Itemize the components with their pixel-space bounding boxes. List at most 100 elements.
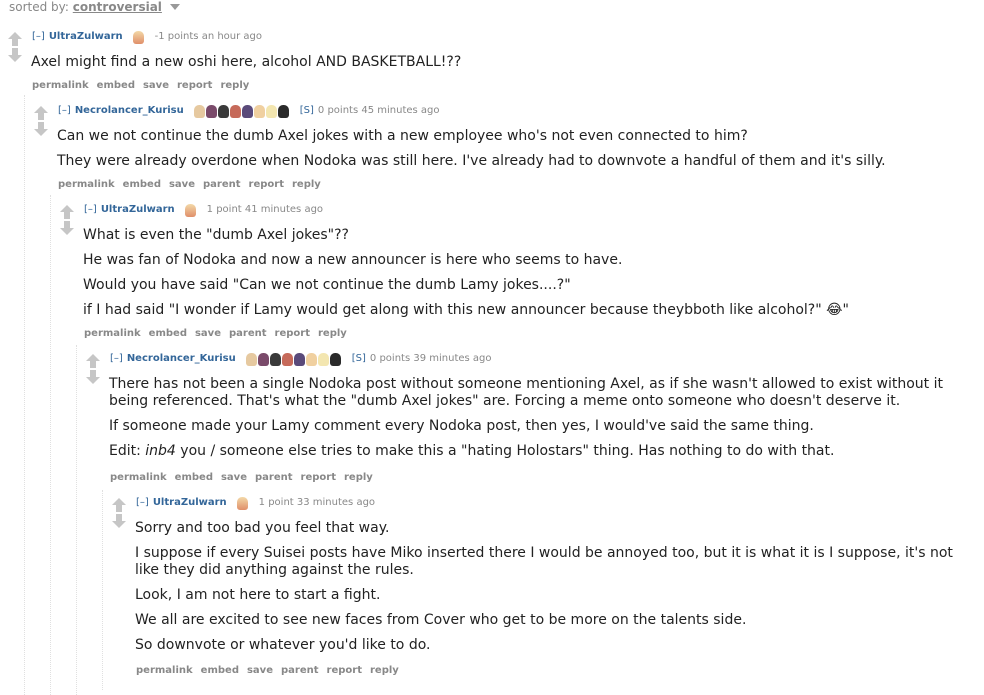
downvote-arrow-icon[interactable]	[34, 122, 48, 137]
score-time: 1 point 41 minutes ago	[206, 204, 324, 215]
reply-button[interactable]: reply	[344, 472, 373, 483]
collapse-toggle[interactable]: [–]	[84, 204, 97, 215]
sort-label: sorted by:	[9, 0, 69, 14]
comment-paragraph: They were already overdone when Nodoka w…	[57, 153, 886, 169]
comment-paragraph: We all are excited to see new faces from…	[135, 612, 747, 628]
comment-edit-paragraph: Edit: inb4 you / someone else tries to m…	[109, 443, 974, 460]
upvote-arrow-icon[interactable]	[86, 354, 100, 369]
author-link[interactable]: UltraZulwarn	[101, 204, 175, 215]
comment-body: What is even the "dumb Axel jokes"?? He …	[83, 227, 973, 327]
comment-tagline: [–] UltraZulwarn 1 point 33 minutes ago	[136, 494, 375, 512]
save-button[interactable]: save	[143, 80, 169, 91]
sort-dropdown[interactable]: controversial	[73, 0, 162, 14]
embed-button[interactable]: embed	[97, 80, 135, 91]
embed-button[interactable]: embed	[201, 665, 239, 676]
comment-paragraph: Look, I am not here to start a fight.	[135, 587, 381, 603]
downvote-arrow-icon[interactable]	[86, 370, 100, 385]
downvote-arrow-icon[interactable]	[8, 48, 22, 63]
comment-buttons: permalink embed save report reply	[32, 80, 257, 91]
collapse-toggle[interactable]: [–]	[136, 497, 149, 508]
reply-button[interactable]: reply	[370, 665, 399, 676]
author-link[interactable]: Necrolancer_Kurisu	[127, 353, 236, 364]
save-button[interactable]: save	[195, 328, 221, 339]
embed-button[interactable]: embed	[123, 179, 161, 190]
upvote-arrow-icon[interactable]	[112, 498, 126, 513]
sort-bar: sorted by: controversial	[9, 0, 180, 14]
upvote-arrow-icon[interactable]	[34, 106, 48, 121]
report-button[interactable]: report	[275, 328, 310, 339]
embed-button[interactable]: embed	[149, 328, 187, 339]
vote-arrows	[8, 32, 24, 63]
permalink-button[interactable]: permalink	[136, 665, 193, 676]
save-button[interactable]: save	[247, 665, 273, 676]
report-button[interactable]: report	[301, 472, 336, 483]
downvote-arrow-icon[interactable]	[60, 221, 74, 236]
reply-button[interactable]: reply	[318, 328, 347, 339]
comment-body: Can we not continue the dumb Axel jokes …	[57, 128, 972, 178]
vote-arrows	[112, 498, 128, 529]
score-time: -1 points an hour ago	[154, 31, 263, 42]
author-link[interactable]: UltraZulwarn	[49, 31, 123, 42]
parent-button[interactable]: parent	[203, 179, 241, 190]
comment-tagline: [–] UltraZulwarn -1 points an hour ago	[32, 28, 262, 46]
author-link[interactable]: Necrolancer_Kurisu	[75, 105, 184, 116]
submitter-badge[interactable]: [S]	[352, 353, 366, 364]
comment-paragraph: There has not been a single Nodoka post …	[109, 376, 943, 409]
embed-button[interactable]: embed	[175, 472, 213, 483]
collapse-toggle[interactable]: [–]	[32, 31, 45, 42]
comment-paragraph: Can we not continue the dumb Axel jokes …	[57, 128, 748, 144]
permalink-button[interactable]: permalink	[58, 179, 115, 190]
comment-tagline: [–] Necrolancer_Kurisu [S] 0 points 39 minu…	[110, 350, 492, 368]
comment-tagline: [–] UltraZulwarn 1 point 41 minutes ago	[84, 201, 323, 219]
permalink-button[interactable]: permalink	[84, 328, 141, 339]
parent-button[interactable]: parent	[255, 472, 293, 483]
upvote-arrow-icon[interactable]	[60, 205, 74, 220]
comment-buttons: permalink embed save parent report reply	[110, 472, 381, 483]
user-flair-icon	[132, 29, 145, 44]
comment-buttons: permalink embed save parent report reply	[136, 665, 407, 676]
score-time: 1 point 33 minutes ago	[258, 497, 376, 508]
save-button[interactable]: save	[221, 472, 247, 483]
vote-arrows	[86, 354, 102, 385]
user-flair-icon	[245, 351, 342, 366]
thread-line	[76, 345, 77, 695]
vote-arrows	[34, 106, 50, 137]
comment-paragraph: He was fan of Nodoka and now a new annou…	[83, 252, 623, 268]
report-button[interactable]: report	[327, 665, 362, 676]
author-link[interactable]: UltraZulwarn	[153, 497, 227, 508]
reply-button[interactable]: reply	[292, 179, 321, 190]
collapse-toggle[interactable]: [–]	[110, 353, 123, 364]
edit-text: you / someone else tries to make this a …	[175, 443, 835, 459]
reply-button[interactable]: reply	[220, 80, 249, 91]
report-button[interactable]: report	[177, 80, 212, 91]
permalink-button[interactable]: permalink	[32, 80, 89, 91]
permalink-button[interactable]: permalink	[110, 472, 167, 483]
comment-paragraph: So downvote or whatever you'd like to do…	[135, 637, 431, 653]
parent-button[interactable]: parent	[281, 665, 319, 676]
comment-body: Sorry and too bad you feel that way. I s…	[135, 520, 975, 662]
collapse-toggle[interactable]: [–]	[58, 105, 71, 116]
comment-paragraph: I suppose if every Suisei posts have Mik…	[135, 545, 953, 578]
comment-paragraph: Would you have said "Can we not continue…	[83, 277, 571, 293]
comment-paragraph: Axel might find a new oshi here, alcohol…	[31, 54, 462, 70]
thread-line	[24, 95, 25, 695]
thread-line	[102, 490, 103, 690]
comment-body: Axel might find a new oshi here, alcohol…	[31, 54, 971, 79]
submitter-badge[interactable]: [S]	[300, 105, 314, 116]
dropdown-arrow-icon[interactable]	[169, 4, 180, 10]
comment-paragraph: if I had said "I wonder if Lamy would ge…	[83, 302, 849, 318]
comment-buttons: permalink embed save parent report reply	[58, 179, 329, 190]
parent-button[interactable]: parent	[229, 328, 267, 339]
score-time: 0 points 39 minutes ago	[369, 353, 492, 364]
save-button[interactable]: save	[169, 179, 195, 190]
report-button[interactable]: report	[249, 179, 284, 190]
downvote-arrow-icon[interactable]	[112, 514, 126, 529]
edit-emphasis: inb4	[145, 443, 176, 459]
user-flair-icon	[236, 495, 249, 510]
user-flair-icon	[184, 202, 197, 217]
comment-body: There has not been a single Nodoka post …	[109, 376, 974, 468]
upvote-arrow-icon[interactable]	[8, 32, 22, 47]
comment-tagline: [–] Necrolancer_Kurisu [S] 0 points 45 minu…	[58, 102, 440, 120]
comment-buttons: permalink embed save parent report reply	[84, 328, 355, 339]
score-time: 0 points 45 minutes ago	[317, 105, 440, 116]
